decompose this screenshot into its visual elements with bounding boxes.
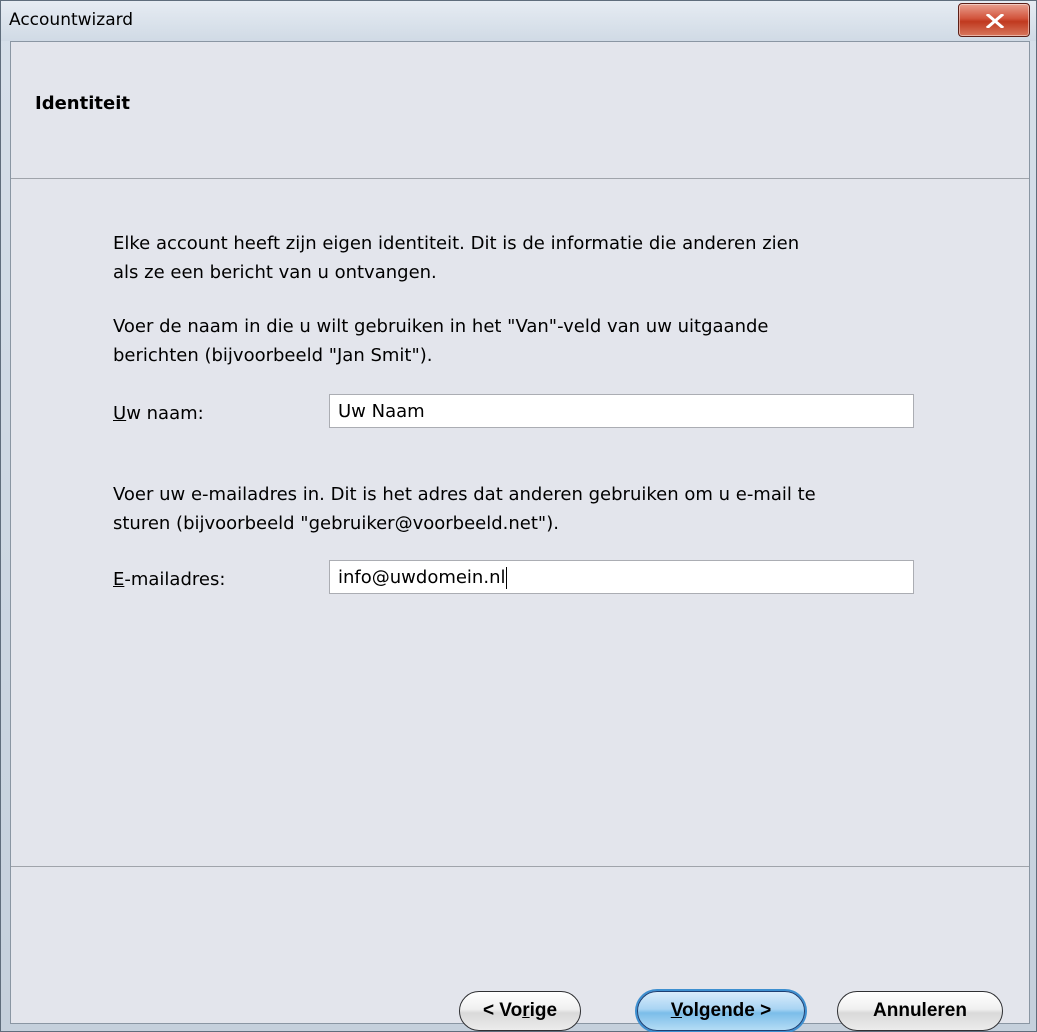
name-input-value: Uw Naam	[338, 401, 425, 422]
wizard-window: Accountwizard Identiteit Elke account he…	[0, 0, 1037, 1032]
name-label-accelerator: U	[113, 403, 127, 424]
back-button-label-start: < Vo	[482, 1000, 523, 1021]
email-label-accelerator: E	[113, 569, 125, 590]
next-button-accelerator: V	[670, 1000, 683, 1021]
text-caret	[506, 567, 508, 589]
page-title: Identiteit	[35, 93, 130, 114]
email-label: E-mailadres:	[113, 569, 225, 590]
wizard-footer: < Vorige Volgende > Annuleren	[11, 867, 1029, 1031]
name-label: Uw naam:	[113, 403, 204, 424]
next-button-label: olgende >	[682, 1000, 772, 1021]
intro-text: Elke account heeft zijn eigen identiteit…	[113, 233, 800, 283]
wizard-content: Elke account heeft zijn eigen identiteit…	[11, 179, 1029, 794]
name-label-text: w naam:	[126, 403, 204, 424]
back-button-accelerator: r	[522, 1000, 530, 1021]
wizard-header: Identiteit	[11, 42, 1029, 179]
cancel-button[interactable]: Annuleren	[837, 991, 1003, 1031]
next-button[interactable]: Volgende >	[637, 991, 805, 1031]
name-input[interactable]: Uw Naam	[329, 394, 914, 428]
title-bar[interactable]: Accountwizard	[1, 1, 1036, 41]
close-icon	[986, 14, 1004, 28]
email-input-value: info@uwdomein.nl	[338, 567, 506, 588]
back-button[interactable]: < Vorige	[459, 991, 581, 1031]
name-instructions: Voer de naam in die u wilt gebruiken in …	[113, 316, 769, 366]
email-label-text: -mailadres:	[124, 569, 226, 590]
email-instructions: Voer uw e-mailadres in. Dit is het adres…	[113, 484, 816, 534]
window-title: Accountwizard	[9, 10, 134, 30]
email-input[interactable]: info@uwdomein.nl	[329, 560, 914, 594]
back-button-label-end: ige	[529, 1000, 558, 1021]
wizard-client-area: Identiteit Elke account heeft zijn eigen…	[10, 41, 1030, 1031]
close-button[interactable]	[958, 3, 1030, 37]
